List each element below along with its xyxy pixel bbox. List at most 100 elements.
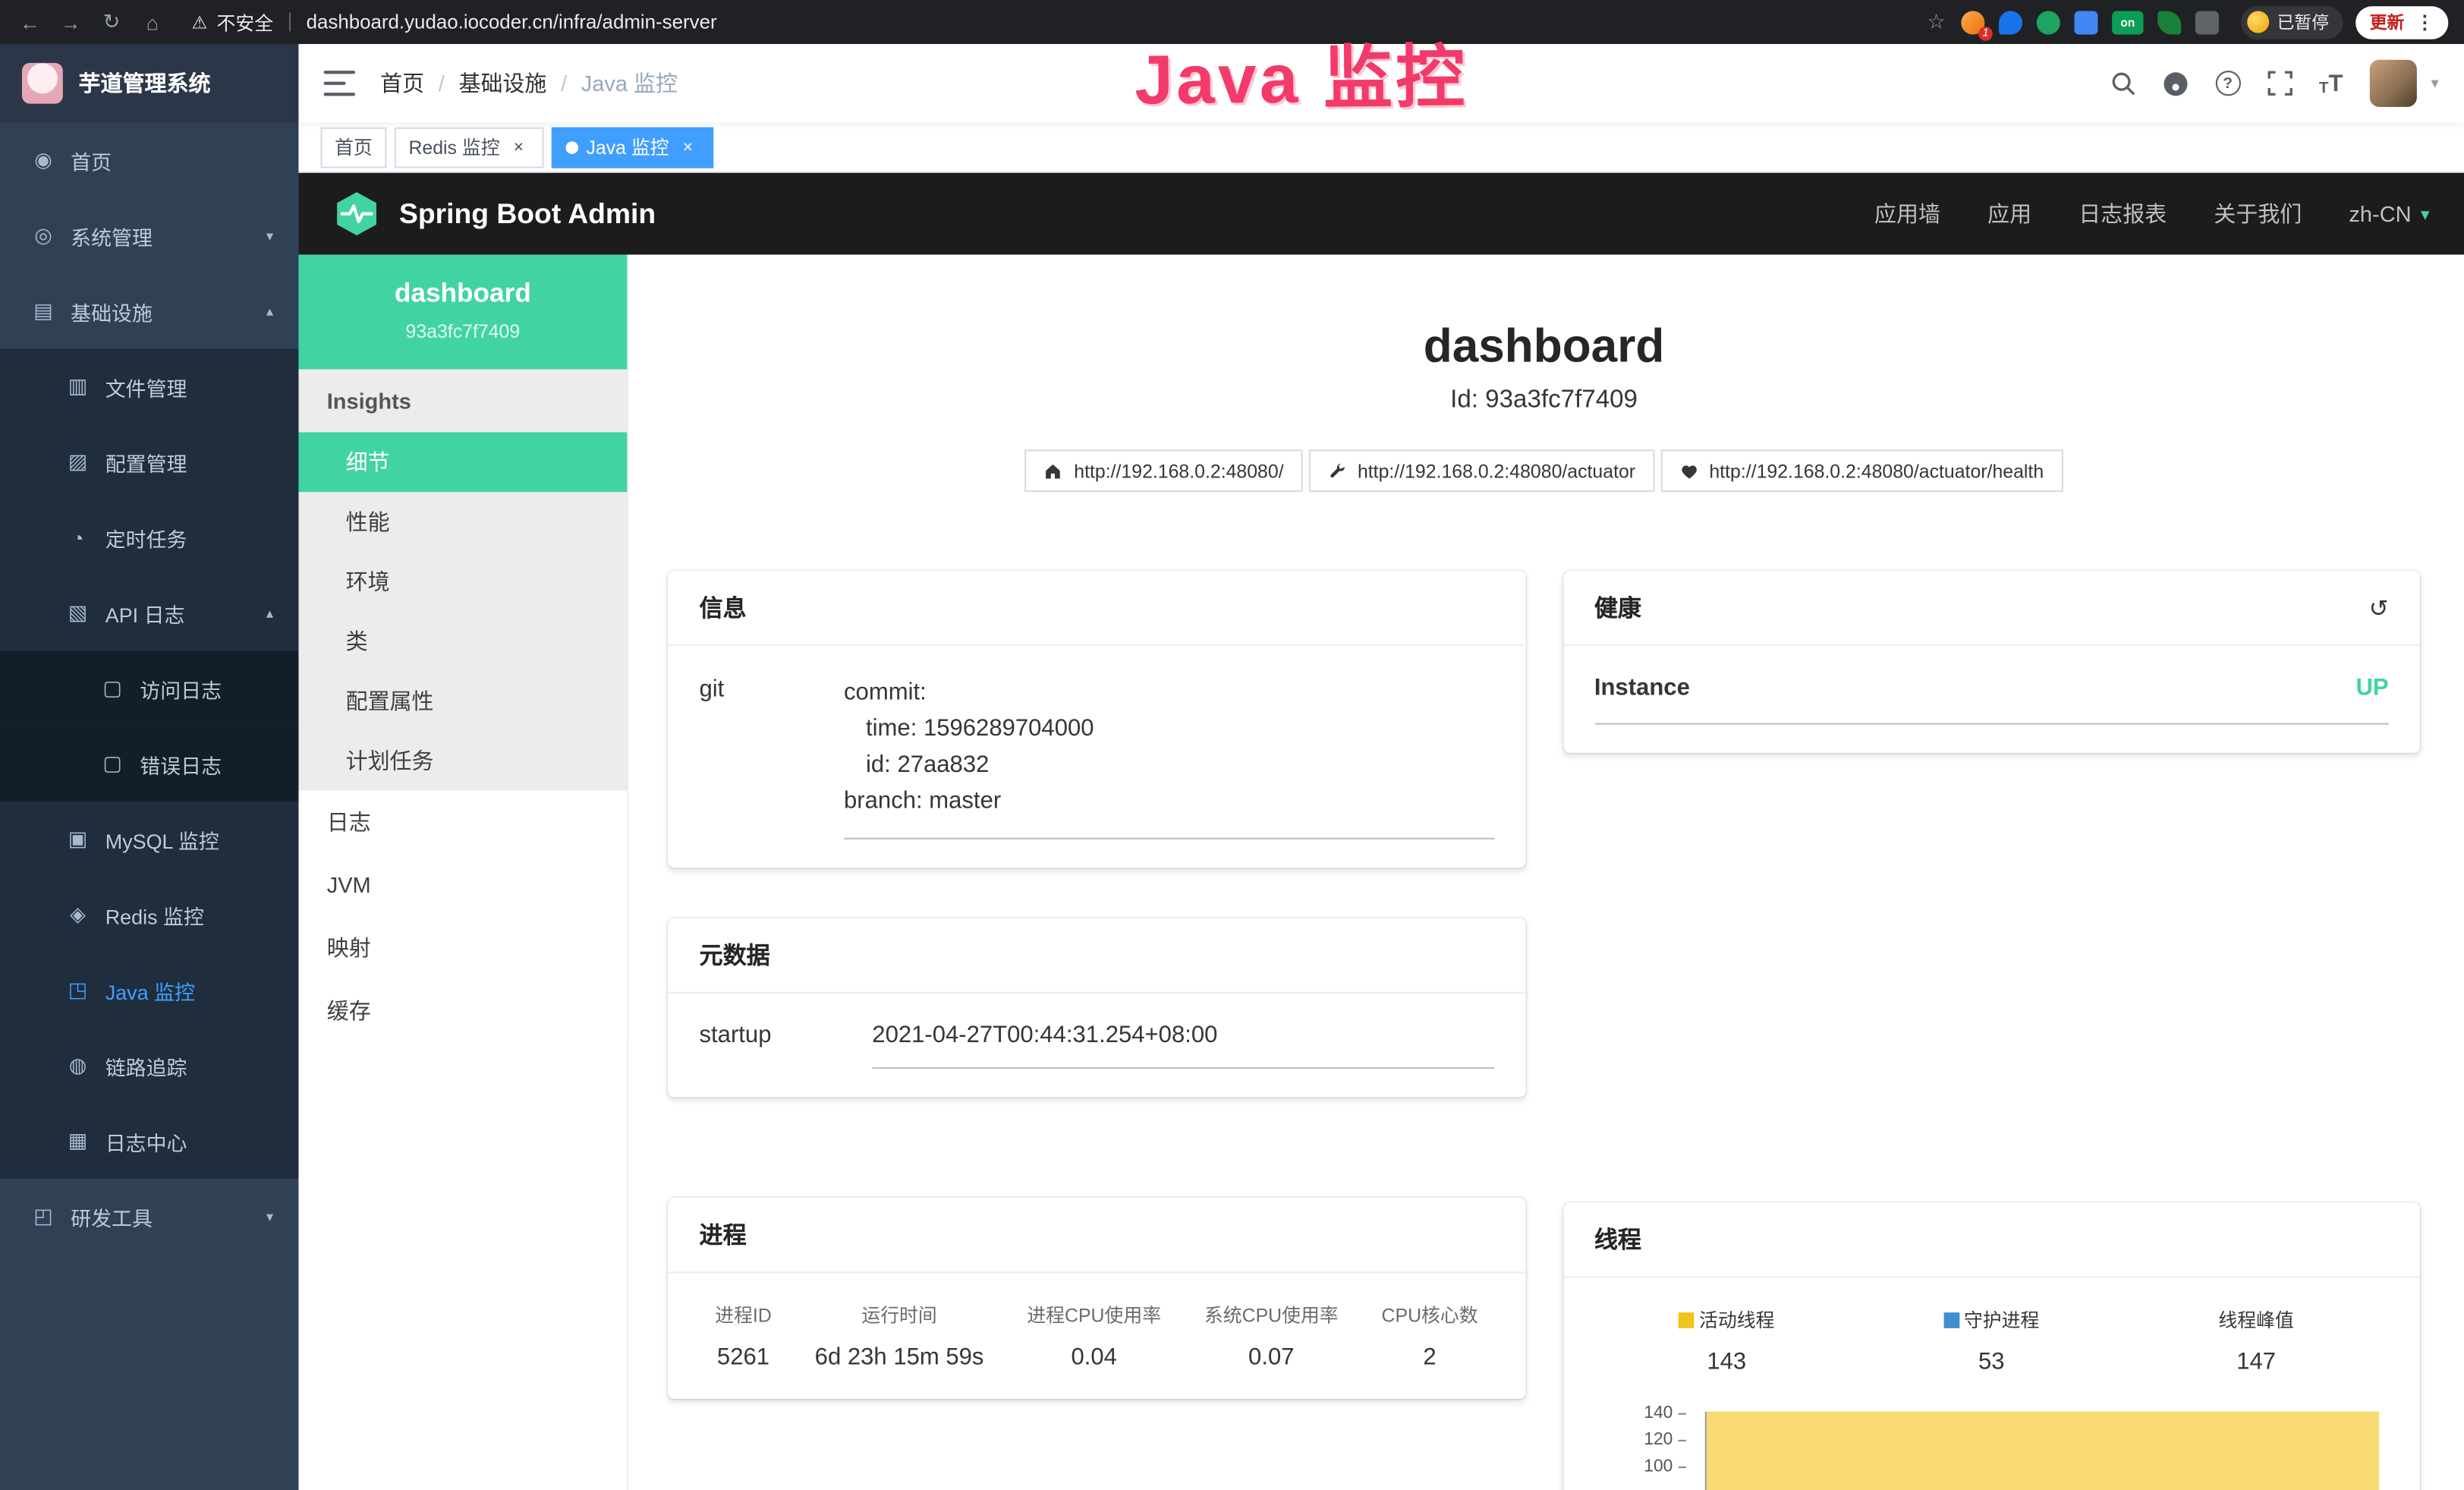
breadcrumb-infrastructure[interactable]: 基础设施 <box>458 68 581 99</box>
browser-home-icon[interactable]: ⌂ <box>138 10 166 33</box>
threads-legend: 活动线程 143 守护进程 <box>1594 1306 2389 1375</box>
tag-redis-monitor[interactable]: Redis 监控 × <box>395 127 544 168</box>
sidebar-item-home[interactable]: ◉ 首页 <box>0 123 298 198</box>
sidebar-toggle[interactable] <box>324 71 355 96</box>
actuator-url-link[interactable]: http://192.168.0.2:48080/actuator <box>1309 449 1654 492</box>
process-metric: 进程ID 5261 <box>715 1302 772 1371</box>
extension-grid-icon[interactable] <box>2074 10 2097 33</box>
page-subtitle: Id: 93a3fc7f7409 <box>668 386 2420 414</box>
sidebar-item-dev-tools[interactable]: ◰ 研发工具 ▾ <box>0 1179 298 1254</box>
panel-item-logs[interactable]: 日志 <box>298 791 627 854</box>
panel-item-jvm[interactable]: JVM <box>298 853 627 916</box>
sidebar-item-label: 基础设施 <box>71 296 153 326</box>
live-threads-area <box>1706 1412 2379 1490</box>
app-logo-row[interactable]: 芋道管理系统 <box>0 44 298 123</box>
bookmark-star-icon[interactable]: ☆ <box>1927 9 1946 34</box>
security-label[interactable]: 不安全 <box>217 8 274 35</box>
address-bar[interactable]: ⚠ 不安全 dashboard.yudao.iocoder.cn/infra/a… <box>192 8 1915 35</box>
card-title: 元数据 <box>700 938 770 971</box>
locale-select[interactable]: zh-CN ▾ <box>2349 201 2429 226</box>
back-icon[interactable]: ← <box>16 10 44 33</box>
sidebar-item-file-management[interactable]: ▥ 文件管理 <box>0 349 298 424</box>
panel-item-classes[interactable]: 类 <box>298 612 627 672</box>
extension-green-icon[interactable] <box>2037 10 2060 33</box>
panel-item-scheduled-tasks[interactable]: 计划任务 <box>298 731 627 791</box>
tag-home[interactable]: 首页 <box>320 127 386 168</box>
sidebar-item-access-log[interactable]: ▢ 访问日志 <box>0 650 298 726</box>
avatar-caret-icon[interactable]: ▾ <box>2431 74 2438 92</box>
info-line: time: 1596289704000 <box>844 710 1493 747</box>
sba-brand-title[interactable]: Spring Boot Admin <box>399 197 656 230</box>
sba-nav-applications[interactable]: 应用 <box>1987 198 2031 229</box>
not-secure-warning-icon[interactable]: ⚠ <box>192 12 207 33</box>
extension-leaf-icon[interactable] <box>2157 10 2181 33</box>
panel-item-caches[interactable]: 缓存 <box>298 979 627 1042</box>
sba-nav-wallboard[interactable]: 应用墙 <box>1874 198 1940 229</box>
main-content: dashboard Id: 93a3fc7f7409 http://192.16… <box>628 254 2464 1490</box>
active-dot <box>566 140 579 153</box>
sidebar-item-java-monitor[interactable]: ◳ Java 监控 <box>0 953 298 1028</box>
panel-item-config-props[interactable]: 配置属性 <box>298 671 627 731</box>
panel-item-performance[interactable]: 性能 <box>298 492 627 552</box>
devtools-icon: ◰ <box>31 1204 55 1229</box>
sba-nav-about[interactable]: 关于我们 <box>2214 198 2302 229</box>
fullscreen-icon[interactable] <box>2267 71 2292 96</box>
metadata-key: startup <box>700 1022 873 1069</box>
extension-drop-icon[interactable] <box>1999 10 2022 33</box>
tag-label: Redis 监控 <box>408 134 499 160</box>
sidebar-item-infrastructure[interactable]: ▤ 基础设施 ▴ <box>0 273 298 348</box>
url-text[interactable]: dashboard.yudao.iocoder.cn/infra/admin-s… <box>307 11 717 33</box>
profile-paused-pill[interactable]: 已暂停 <box>2241 5 2343 38</box>
navbar-actions: ? TT ▾ <box>2110 60 2438 107</box>
health-url-link[interactable]: http://192.168.0.2:48080/actuator/health <box>1660 449 2063 492</box>
legend-square-icon <box>1679 1312 1695 1328</box>
legend-live-threads: 活动线程 143 <box>1594 1306 1859 1375</box>
sidebar-item-api-logs[interactable]: ▧ API 日志 ▴ <box>0 575 298 650</box>
sidebar-item-error-log[interactable]: ▢ 错误日志 <box>0 726 298 802</box>
chevron-down-icon: ▾ <box>2421 203 2429 224</box>
browser-menu-dots-icon[interactable]: ⋮ <box>2415 11 2434 33</box>
extension-fox-icon[interactable]: 1 <box>1961 10 1984 33</box>
user-avatar[interactable] <box>2370 60 2417 107</box>
instance-header[interactable]: dashboard 93a3fc7f7409 <box>298 254 627 369</box>
sidebar-item-trace[interactable]: ◍ 链路追踪 <box>0 1028 298 1103</box>
reload-icon[interactable]: ↻ <box>97 9 125 34</box>
tag-label: Java 监控 <box>586 134 669 160</box>
mysql-icon: ▣ <box>66 827 90 852</box>
service-url-link[interactable]: http://192.168.0.2:48080/ <box>1025 449 1302 492</box>
github-icon[interactable] <box>2162 70 2189 96</box>
font-size-icon[interactable]: TT <box>2319 70 2343 96</box>
panel-item-details[interactable]: 细节 <box>298 432 627 492</box>
browser-update-button[interactable]: 更新 ⋮ <box>2355 5 2448 38</box>
breadcrumb-home[interactable]: 首页 <box>380 68 458 99</box>
sba-nav-journal[interactable]: 日志报表 <box>2079 198 2167 229</box>
sidebar-item-mysql-monitor[interactable]: ▣ MySQL 监控 <box>0 802 298 877</box>
chart-plot-area <box>1704 1412 2379 1490</box>
sidebar-item-system-management[interactable]: ◎ 系统管理 ▾ <box>0 198 298 273</box>
panel-item-mappings[interactable]: 映射 <box>298 916 627 979</box>
card-title: 信息 <box>700 591 747 624</box>
forward-icon[interactable]: → <box>57 10 85 33</box>
help-icon[interactable]: ? <box>2215 71 2240 96</box>
sba-nav-links: 应用墙 应用 日志报表 关于我们 zh-CN ▾ <box>1874 198 2429 229</box>
log-center-icon: ▦ <box>66 1129 90 1154</box>
sidebar-item-scheduled-tasks[interactable]: ◔ 定时任务 <box>0 500 298 575</box>
extension-on-badge[interactable]: on <box>2112 10 2143 33</box>
close-tab-icon[interactable]: × <box>508 136 530 158</box>
sidebar-item-redis-monitor[interactable]: ◈ Redis 监控 <box>0 877 298 953</box>
config-icon: ▨ <box>66 449 90 474</box>
tag-java-monitor[interactable]: Java 监控 × <box>552 127 713 168</box>
link-label: http://192.168.0.2:48080/actuator/health <box>1709 460 2044 482</box>
panel-item-environment[interactable]: 环境 <box>298 552 627 612</box>
breadcrumb-current: Java 监控 <box>581 68 678 99</box>
close-tab-icon[interactable]: × <box>677 136 699 158</box>
instance-panel: dashboard 93a3fc7f7409 Insights 细节 性能 环境… <box>298 254 628 1490</box>
search-icon[interactable] <box>2110 71 2135 96</box>
history-icon[interactable]: ↺ <box>2369 594 2389 622</box>
sidebar-item-log-center[interactable]: ▦ 日志中心 <box>0 1104 298 1179</box>
app-logo-icon <box>22 63 63 104</box>
sidebar-item-config-management[interactable]: ▨ 配置管理 <box>0 424 298 499</box>
tags-bar: 首页 Redis 监控 × Java 监控 × <box>298 123 2464 173</box>
sidebar-item-label: API 日志 <box>105 598 185 628</box>
extensions-puzzle-icon[interactable] <box>2195 10 2219 33</box>
